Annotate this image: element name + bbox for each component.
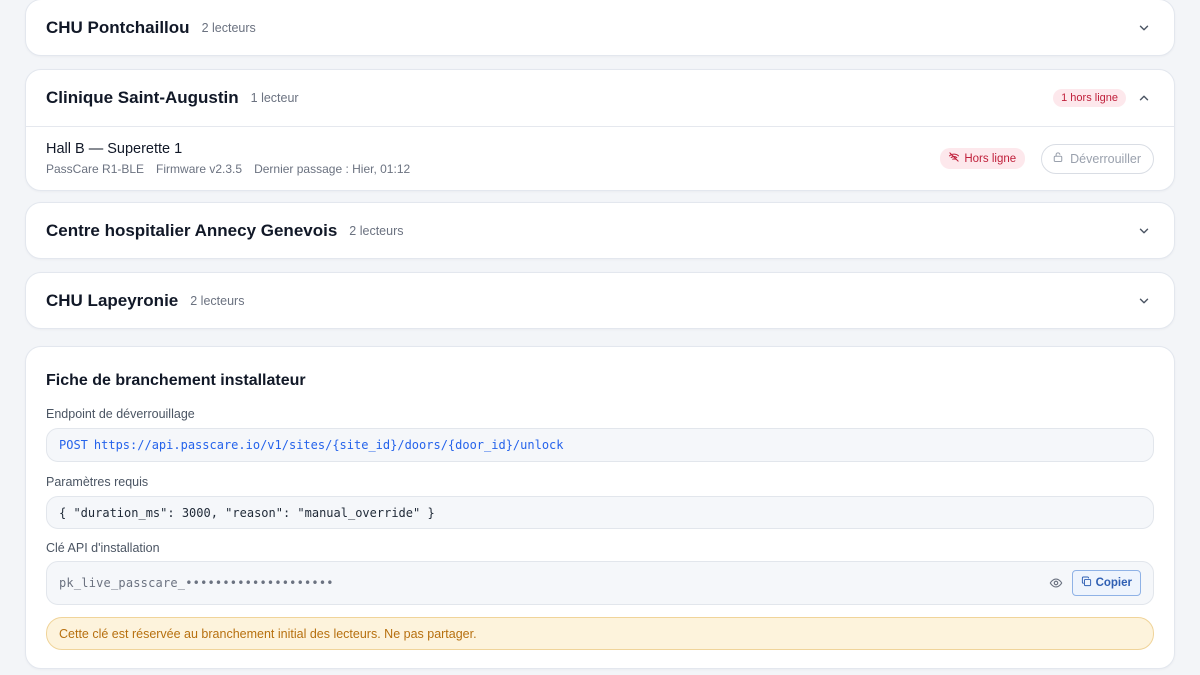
copy-icon	[1081, 576, 1092, 590]
site-header[interactable]: Centre hospitalier Annecy Genevois 2 lec…	[26, 203, 1174, 259]
reader-last-pass: Dernier passage : Hier, 01:12	[254, 162, 411, 176]
endpoint-method: POST	[59, 438, 88, 452]
installer-sheet-title: Fiche de branchement installateur	[46, 372, 306, 389]
site-card-chu-lapeyronie: CHU Lapeyronie 2 lecteurs	[25, 272, 1175, 329]
status-label: Hors ligne	[964, 152, 1017, 165]
reader-count: 2 lecteurs	[201, 21, 256, 35]
copy-label: Copier	[1095, 577, 1132, 589]
site-name: Centre hospitalier Annecy Genevois	[46, 221, 338, 240]
reader-row: Hall B — Superette 1 PassCare R1-BLE Fir…	[26, 126, 1174, 190]
site-name: CHU Pontchaillou	[46, 18, 190, 37]
site-name: Clinique Saint-Augustin	[46, 88, 239, 107]
endpoint-label: Endpoint de déverrouillage	[46, 407, 195, 421]
api-key-field[interactable]: pk_live_passcare_•••••••••••••••••••• Co…	[46, 561, 1154, 605]
reader-info: Hall B — Superette 1 PassCare R1-BLE Fir…	[46, 141, 410, 176]
reader-meta: PassCare R1-BLE Firmware v2.3.5 Dernier …	[46, 162, 410, 176]
site-card-chu-pontchaillou: CHU Pontchaillou 2 lecteurs	[25, 0, 1175, 56]
site-header[interactable]: CHU Lapeyronie 2 lecteurs	[26, 273, 1174, 329]
reader-title: Hall B — Superette 1	[46, 141, 183, 157]
params-json: { "duration_ms": 3000, "reason": "manual…	[59, 505, 435, 520]
status-badge: Hors ligne	[940, 148, 1026, 169]
warning-banner: Cette clé est réservée au branchement in…	[46, 617, 1154, 650]
warning-text: Cette clé est réservée au branchement in…	[59, 626, 477, 641]
unlock-button[interactable]: Déverrouiller	[1041, 143, 1154, 174]
installer-sheet-card: Fiche de branchement installateur Endpoi…	[25, 346, 1175, 669]
eye-icon[interactable]	[1048, 575, 1064, 591]
chevron-down-icon[interactable]	[1136, 223, 1152, 239]
chevron-down-icon[interactable]	[1136, 293, 1152, 309]
reader-count: 1 lecteur	[250, 91, 299, 105]
unlock-label: Déverrouiller	[1070, 151, 1141, 166]
lock-icon	[1052, 151, 1064, 166]
endpoint-code-box[interactable]: POST https://api.passcare.io/v1/sites/{s…	[46, 428, 1154, 462]
chevron-up-icon[interactable]	[1136, 90, 1152, 106]
reader-count: 2 lecteurs	[349, 224, 404, 238]
reader-count: 2 lecteurs	[190, 294, 245, 308]
reader-model: PassCare R1-BLE	[46, 162, 145, 176]
offline-count-badge: 1 hors ligne	[1053, 89, 1126, 107]
params-label: Paramètres requis	[46, 475, 149, 489]
api-key-value: pk_live_passcare_••••••••••••••••••••	[59, 576, 334, 590]
reader-firmware: Firmware v2.3.5	[156, 162, 243, 176]
copy-button[interactable]: Copier	[1071, 570, 1141, 596]
site-card-clinique-saint-augustin: Clinique Saint-Augustin 1 lecteur 1 hors…	[25, 69, 1175, 191]
site-header[interactable]: CHU Pontchaillou 2 lecteurs	[26, 0, 1174, 56]
api-key-label: Clé API d'installation	[46, 541, 160, 555]
endpoint-url: https://api.passcare.io/v1/sites/{site_i…	[93, 438, 564, 452]
params-code-box[interactable]: { "duration_ms": 3000, "reason": "manual…	[46, 496, 1154, 529]
chevron-down-icon[interactable]	[1136, 20, 1152, 36]
site-header[interactable]: Clinique Saint-Augustin 1 lecteur 1 hors…	[26, 70, 1174, 126]
site-card-annecy-genevois: Centre hospitalier Annecy Genevois 2 lec…	[25, 202, 1175, 259]
site-name: CHU Lapeyronie	[46, 291, 179, 310]
wifi-off-icon	[948, 151, 960, 166]
